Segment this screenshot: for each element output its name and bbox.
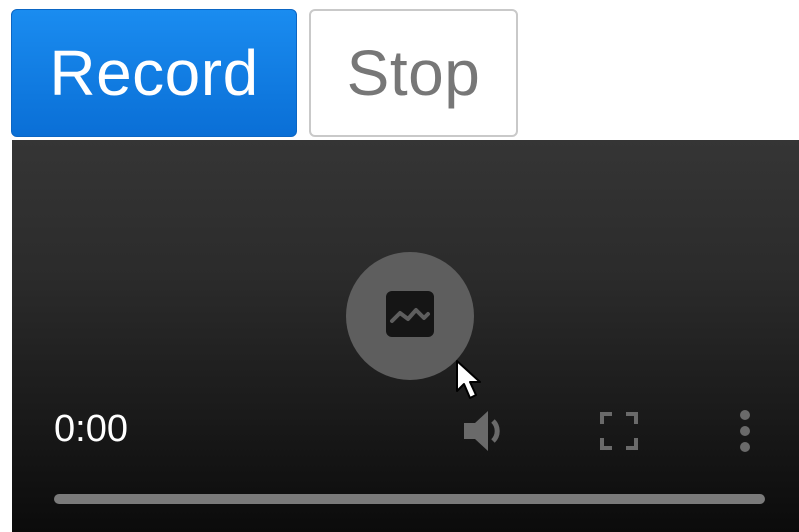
fullscreen-icon: [600, 411, 638, 455]
mouse-cursor-icon: [455, 359, 485, 408]
broken-image-icon: [386, 290, 434, 342]
current-time: 0:00: [54, 408, 128, 450]
stop-button[interactable]: Stop: [309, 9, 518, 137]
recorder-toolbar: Record Stop: [0, 0, 799, 140]
video-player[interactable]: 0:00: [12, 140, 799, 532]
progress-bar[interactable]: [54, 494, 765, 504]
fullscreen-button[interactable]: [594, 408, 644, 458]
record-button[interactable]: Record: [11, 9, 297, 137]
more-options-icon: [738, 409, 752, 458]
volume-button[interactable]: [460, 408, 516, 458]
more-options-button[interactable]: [730, 408, 760, 458]
volume-icon: [462, 408, 514, 459]
